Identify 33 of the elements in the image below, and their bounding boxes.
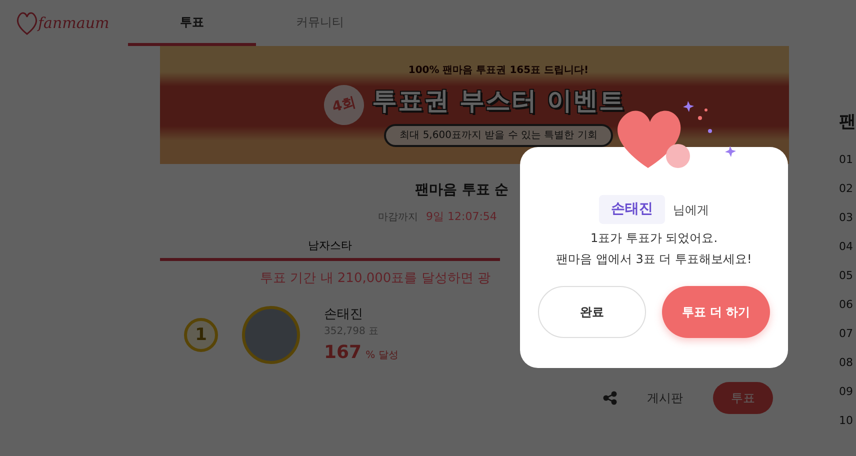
vote-title: 팬마음 투표 순 — [415, 181, 509, 200]
star-name: 손태진 — [324, 306, 364, 324]
rank-number: 01 — [839, 152, 854, 168]
banner-tagline: 100% 팬마음 투표권 165표 드립니다! — [408, 64, 589, 78]
countdown: 9일 12:07:54 — [426, 209, 497, 225]
rank-medal: 1 — [184, 318, 218, 352]
rank-number: 10 — [839, 412, 854, 428]
rank-number: 03 — [839, 210, 854, 226]
rank-number: 07 — [839, 326, 854, 342]
rank-number: 04 — [839, 238, 854, 254]
rank-number: 09 — [839, 384, 854, 400]
category-tab[interactable]: 남자스타 — [160, 234, 500, 261]
recipient-name: 손태진 — [599, 195, 665, 224]
vote-button[interactable]: 투표 — [713, 382, 773, 414]
vote-more-button[interactable]: 투표 더 하기 — [662, 286, 770, 338]
sidebar-title: 팬 — [839, 111, 856, 134]
recipient-suffix: 님에게 — [673, 202, 709, 218]
dialog-message: 1표가 투표가 되었어요. — [589, 230, 719, 247]
rank-number: 02 — [839, 180, 854, 196]
event-banner[interactable]: 4회 100% 팬마음 투표권 165표 드립니다! 투표권 부스터 이벤트 최대 5,600표까지 받을 수 있는 특별한 기회 — [160, 46, 789, 164]
rank-number: 05 — [839, 268, 854, 284]
banner-subline: 최대 5,600표까지 받을 수 있는 특별한 기회 — [384, 124, 614, 147]
share-icon[interactable] — [603, 391, 617, 405]
banner-headline: 투표권 부스터 이벤트 — [372, 85, 626, 118]
rank-number: 06 — [839, 296, 854, 312]
achievement-percent: 167 — [324, 341, 362, 365]
done-button[interactable]: 완료 — [538, 286, 646, 338]
logo[interactable]: fanmaum — [38, 12, 110, 34]
goal-text: 투표 기간 내 210,000표를 달성하면 광 — [260, 270, 492, 288]
dialog-message: 팬마음 앱에서 3표 더 투표해보세요! — [556, 251, 752, 268]
rank-number: 08 — [839, 354, 854, 370]
board-link[interactable]: 게시판 — [641, 388, 689, 408]
achievement-label: % 달성 — [366, 349, 398, 363]
